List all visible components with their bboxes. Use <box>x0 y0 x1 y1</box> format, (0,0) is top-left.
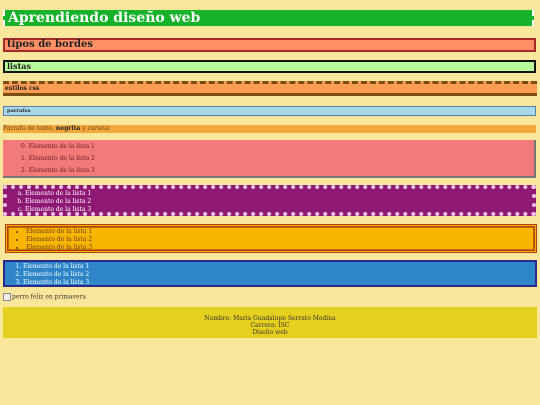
footer-course: Diseño web <box>252 329 288 336</box>
image-alt-text: perro feliz en primavera <box>12 293 86 301</box>
list-item: Elemento de la lista 3 <box>28 167 95 174</box>
list-item: Elemento de la lista 3 <box>26 244 534 252</box>
list-zero-indexed: Elemento de la lista 1 Elemento de la li… <box>3 140 536 178</box>
list-item: Elemento de la lista 2 <box>23 271 535 279</box>
paragraph: Párrafo de texto, negrita y cursiva <box>3 125 536 133</box>
broken-image-icon <box>3 293 11 301</box>
heading-h2-tipos-de-bordes: tipos de bordes <box>3 38 536 52</box>
heading-h4-estilos-css: estilos css <box>3 81 537 96</box>
footer-name: Nombre: Maria Guadalupe Serrato Medina <box>204 315 336 322</box>
list-bulleted: Elemento de la lista 1 Elemento de la li… <box>5 224 537 253</box>
list-item: Elemento de la lista 1 <box>28 143 95 150</box>
paragraph-bold-text: negrita <box>55 125 81 132</box>
list-item: Elemento de la lista 1 <box>25 190 532 198</box>
list-item: Elemento de la lista 2 <box>25 198 532 206</box>
list-item: Elemento de la lista 3 <box>23 279 535 287</box>
list-item: Elemento de la lista 3 <box>25 206 532 214</box>
paragraph-middle-text: y <box>80 125 88 132</box>
footer-career: Carrera: ISC <box>250 322 290 329</box>
list-item: Elemento de la lista 1 <box>26 228 534 236</box>
heading-h5-parrafos: parrafos <box>3 106 536 116</box>
list-item: Elemento de la lista 2 <box>26 236 534 244</box>
paragraph-italic-text: cursiva <box>87 125 110 132</box>
page-heading-h1: Aprendiendo diseño web <box>3 10 534 26</box>
list-item: Elemento de la lista 1 <box>23 263 535 271</box>
footer: Nombre: Maria Guadalupe Serrato Medina C… <box>3 307 537 338</box>
broken-image: perro feliz en primavera <box>3 293 86 302</box>
list-numbered: Elemento de la lista 1 Elemento de la li… <box>3 260 537 287</box>
heading-h3-listas: listas <box>3 60 536 73</box>
list-alpha: Elemento de la lista 1 Elemento de la li… <box>3 185 536 216</box>
paragraph-plain-text: Párrafo de texto, <box>3 125 56 132</box>
list-item: Elemento de la lista 2 <box>28 155 95 162</box>
